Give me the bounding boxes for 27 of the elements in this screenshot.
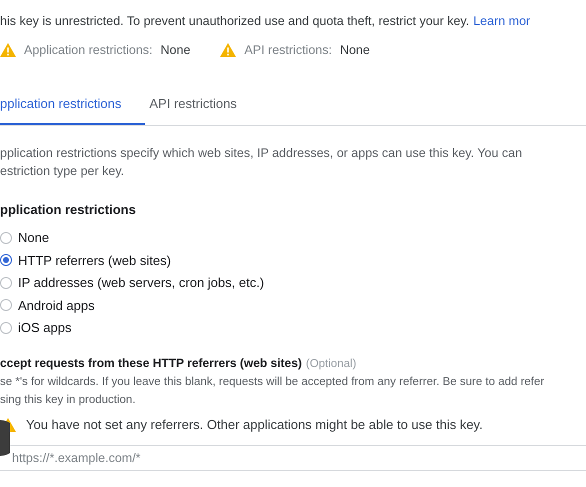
help-text: se *'s for wildcards. If you leave this blank, requests will be accepted from any referrer. Be sure to add refer	[0, 375, 546, 390]
tab[interactable]: pplication restrictions	[0, 90, 146, 125]
restriction-value: None	[160, 42, 190, 59]
radio-button[interactable]	[0, 276, 12, 289]
restriction-value: None	[340, 42, 370, 59]
notice-text: his key is unrestricted. To prevent unauthorized use and quota theft, restrict your key.	[0, 13, 470, 30]
radio-label: IP addresses (web servers, cron jobs, etc.)	[18, 274, 264, 292]
learn-more-link[interactable]: Learn mor	[473, 12, 530, 31]
radio-label: Android apps	[18, 296, 95, 315]
restriction-label: API restrictions:	[244, 42, 332, 59]
radio-button[interactable]	[0, 299, 12, 312]
description-text: pplication restrictions specify which web sites, IP addresses, or apps can use this key. You can	[0, 145, 524, 162]
warning-message: You have not set any referrers. Other applications might be able to use this key.	[26, 416, 483, 434]
field-heading: ccept requests from these HTTP referrers (web sites)	[0, 355, 302, 372]
restriction-label: Application restrictions:	[24, 42, 153, 59]
section-heading: pplication restrictions	[0, 201, 137, 219]
radio-label: HTTP referrers (web sites)	[18, 252, 171, 270]
radio-button[interactable]	[0, 254, 12, 266]
optional-label: (Optional)	[306, 357, 356, 372]
help-text: sing this key in production.	[0, 393, 137, 408]
radio-button[interactable]	[0, 232, 12, 244]
description-text: estriction type per key.	[0, 163, 126, 180]
radio-label: None	[18, 229, 50, 247]
tab[interactable]: API restrictions	[149, 90, 261, 125]
radio-label: iOS apps	[18, 319, 72, 337]
radio-button[interactable]	[0, 322, 12, 334]
referrer-input-field[interactable]: https://*.example.com/*	[0, 444, 586, 471]
